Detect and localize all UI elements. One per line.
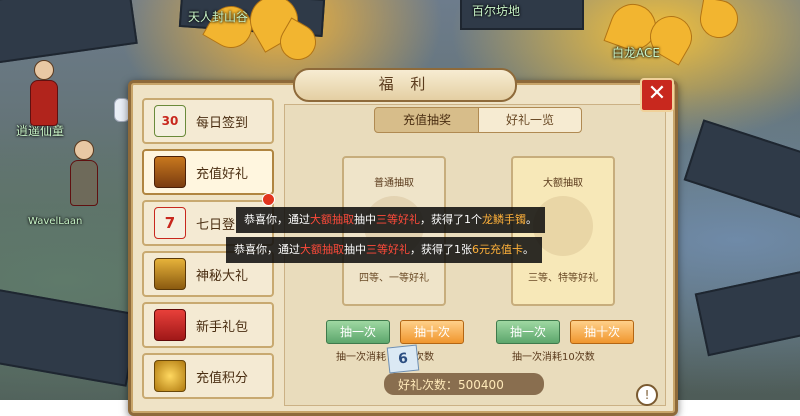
info-icon[interactable]: ! xyxy=(636,384,658,406)
pagoda-roof xyxy=(0,287,140,387)
npc-body xyxy=(70,160,98,206)
close-button[interactable]: ✕ xyxy=(640,78,674,112)
message-text: ，获得了1个 xyxy=(420,213,482,226)
message-text: 。 xyxy=(523,243,534,256)
mystery-chest-icon xyxy=(154,258,186,290)
npc-character[interactable] xyxy=(30,60,58,126)
panel-title: 福 利 xyxy=(293,68,517,102)
card-title: 大额抽取 xyxy=(543,178,583,189)
sidebar-item-label: 新手礼包 xyxy=(196,320,249,335)
message-prize: 龙鳞手镯 xyxy=(482,213,526,226)
message-source: 大额抽取 xyxy=(310,213,354,226)
message-grade: 三等好礼 xyxy=(376,213,420,226)
sidebar-item-label: 充值好礼 xyxy=(196,167,249,182)
sidebar-item-label: 七日登 xyxy=(196,218,236,233)
pagoda-roof xyxy=(694,267,800,357)
cost-text: 抽一次消耗 xyxy=(336,352,386,363)
normal-draw-ten-button[interactable]: 抽十次 xyxy=(400,320,464,344)
npc-name-label: WavelLaan xyxy=(28,216,83,227)
sidebar-item-newbie-pack[interactable]: 新手礼包 xyxy=(142,302,274,348)
draw-result-message: 恭喜你，通过大额抽取抽中三等好礼，获得了1张6元充值卡。 xyxy=(226,237,542,263)
treasure-chest-icon xyxy=(154,156,186,188)
tab-recharge-draw[interactable]: 充值抽奖 xyxy=(374,107,480,133)
sidebar-item-label: 神秘大礼 xyxy=(196,269,249,284)
sidebar-item-daily-signin[interactable]: 30 每日签到 xyxy=(142,98,274,144)
gold-coins-icon xyxy=(154,360,186,392)
npc-body xyxy=(30,80,58,126)
draw-count-badge: 6 xyxy=(386,344,420,374)
pagoda-roof xyxy=(683,119,800,225)
message-text: 抽中 xyxy=(354,213,376,226)
message-text: 。 xyxy=(526,213,537,226)
calendar-7-icon: 7 xyxy=(154,207,186,239)
message-source: 大额抽取 xyxy=(300,243,344,256)
message-text: 抽中 xyxy=(344,243,366,256)
draw-result-message: 恭喜你，通过大额抽取抽中三等好礼，获得了1个龙鳞手镯。 xyxy=(236,207,545,233)
message-grade: 三等好礼 xyxy=(366,243,410,256)
premium-draw-once-button[interactable]: 抽一次 xyxy=(496,320,560,344)
map-label: 天人封山谷 xyxy=(188,10,249,24)
gift-count: 好礼次数：500400 xyxy=(398,376,504,393)
map-label: 百尔坊地 xyxy=(472,4,521,18)
normal-draw-once-button[interactable]: 抽一次 xyxy=(326,320,390,344)
message-text: 恭喜你，通过 xyxy=(244,213,310,226)
premium-draw-ten-button[interactable]: 抽十次 xyxy=(570,320,634,344)
npc-character[interactable] xyxy=(70,140,98,206)
sidebar-item-recharge-gift[interactable]: 充值好礼 xyxy=(142,149,274,195)
notification-dot xyxy=(262,193,275,206)
pagoda-roof xyxy=(0,0,138,64)
normal-draw-cost: 抽一次消耗 次数 xyxy=(336,348,434,363)
npc-head xyxy=(74,140,94,160)
premium-draw-cost: 抽一次消耗10次数 xyxy=(512,352,595,363)
card-reward-tier: 四等、一等好礼 xyxy=(359,273,429,284)
map-label: 白龙ACE xyxy=(612,46,660,60)
npc-head xyxy=(34,60,54,80)
gift-count-label: 好礼次数： xyxy=(398,378,459,392)
tab-gift-overview[interactable]: 好礼一览 xyxy=(478,107,582,133)
gift-count-value: 500400 xyxy=(458,378,504,392)
card-title: 普通抽取 xyxy=(374,178,414,189)
message-text: ，获得了1张 xyxy=(410,243,472,256)
sidebar-item-recharge-points[interactable]: 充值积分 xyxy=(142,353,274,399)
sidebar-item-label: 充值积分 xyxy=(196,371,249,386)
gift-box-icon xyxy=(154,309,186,341)
calendar-30-icon: 30 xyxy=(154,105,186,137)
card-reward-tier: 三等、特等好礼 xyxy=(528,273,598,284)
flower-decoration xyxy=(696,0,742,42)
message-prize: 6元充值卡 xyxy=(472,243,523,256)
sidebar-item-label: 每日签到 xyxy=(196,116,249,131)
message-text: 恭喜你，通过 xyxy=(234,243,300,256)
